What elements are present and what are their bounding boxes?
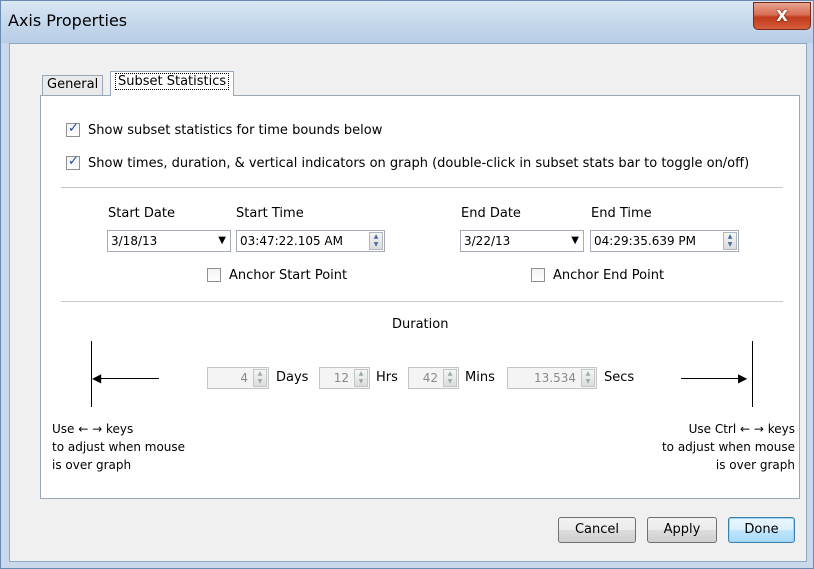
- apply-button-label: Apply: [663, 522, 701, 537]
- end-date-value: 3/22/13: [464, 234, 511, 248]
- window-title: Axis Properties: [8, 11, 128, 30]
- anchor-end-checkbox[interactable]: [531, 268, 545, 282]
- chevron-down-icon: ▼: [218, 235, 226, 246]
- start-date-value: 3/18/13: [111, 234, 158, 248]
- secs-field[interactable]: 13.534 ▲ ▼: [507, 367, 597, 389]
- left-hint-line2: to adjust when mouse: [52, 440, 186, 454]
- divider: [61, 301, 783, 302]
- tab-general-label: General: [47, 77, 99, 92]
- dialog-body: General Subset Statistics Show subset st…: [9, 43, 807, 562]
- title-bar: Axis Properties X: [1, 1, 813, 43]
- divider: [61, 187, 783, 188]
- days-value: 4: [240, 371, 248, 385]
- start-time-label: Start Time: [236, 206, 304, 221]
- end-time-field[interactable]: 04:29:35.639 PM ▲ ▼: [590, 230, 739, 252]
- subset-statistics-panel: Show subset statistics for time bounds b…: [40, 95, 800, 499]
- chevron-down-icon: ▼: [571, 235, 579, 246]
- mins-label: Mins: [465, 370, 495, 385]
- start-time-value: 03:47:22.105 AM: [240, 234, 343, 248]
- end-time-value: 04:29:35.639 PM: [594, 234, 697, 248]
- spinner-icon[interactable]: ▲ ▼: [443, 369, 457, 387]
- start-date-dropdown[interactable]: 3/18/13 ▼: [107, 230, 231, 252]
- start-indicator-arrow: [97, 378, 159, 379]
- anchor-end-label: Anchor End Point: [553, 268, 665, 283]
- hrs-field[interactable]: 12 ▲ ▼: [319, 367, 370, 389]
- cancel-button-label: Cancel: [574, 522, 620, 537]
- right-hint-line3: is over graph: [715, 458, 795, 472]
- axis-properties-window: Axis Properties X General Subset Statist…: [0, 0, 814, 569]
- spinner-icon[interactable]: ▲ ▼: [253, 369, 267, 387]
- arrow-right-icon: ▶: [738, 371, 748, 385]
- tab-subset-statistics-label: Subset Statistics: [115, 73, 230, 90]
- hrs-label: Hrs: [376, 370, 398, 385]
- spinner-icon[interactable]: ▲ ▼: [354, 369, 368, 387]
- end-indicator-line: [752, 341, 753, 407]
- hrs-value: 12: [333, 371, 349, 385]
- duration-title: Duration: [392, 317, 449, 332]
- arrow-left-icon: ◀: [92, 371, 102, 385]
- left-hint-line1: Use ← → keys: [52, 422, 134, 436]
- show-stats-label: Show subset statistics for time bounds b…: [88, 123, 383, 138]
- show-times-checkbox[interactable]: [66, 154, 80, 170]
- days-field[interactable]: 4 ▲ ▼: [207, 367, 269, 389]
- end-indicator-arrow: [681, 378, 743, 379]
- end-date-label: End Date: [461, 206, 521, 221]
- start-time-field[interactable]: 03:47:22.105 AM ▲ ▼: [236, 230, 385, 252]
- left-hint-line3: is over graph: [52, 458, 132, 472]
- right-hint-line1: Use Ctrl ← → keys: [688, 422, 795, 436]
- mins-value: 42: [422, 371, 438, 385]
- days-label: Days: [276, 370, 309, 385]
- mins-field[interactable]: 42 ▲ ▼: [408, 367, 459, 389]
- end-date-dropdown[interactable]: 3/22/13 ▼: [460, 230, 584, 252]
- apply-button[interactable]: Apply: [647, 517, 717, 543]
- tab-subset-statistics[interactable]: Subset Statistics: [110, 71, 235, 96]
- tab-general[interactable]: General: [42, 75, 104, 95]
- show-stats-checkbox[interactable]: [66, 121, 80, 137]
- show-times-label: Show times, duration, & vertical indicat…: [88, 156, 750, 171]
- start-date-label: Start Date: [108, 206, 175, 221]
- close-button[interactable]: X: [753, 2, 811, 30]
- anchor-start-checkbox[interactable]: [207, 268, 221, 282]
- close-icon: X: [776, 7, 788, 25]
- secs-label: Secs: [604, 370, 635, 385]
- spinner-icon[interactable]: ▲ ▼: [369, 232, 383, 250]
- cancel-button[interactable]: Cancel: [558, 517, 636, 543]
- anchor-start-label: Anchor Start Point: [229, 268, 348, 283]
- right-hint-line2: to adjust when mouse: [661, 440, 795, 454]
- done-button[interactable]: Done: [728, 517, 795, 543]
- spinner-icon[interactable]: ▲ ▼: [723, 232, 737, 250]
- done-button-label: Done: [744, 522, 779, 537]
- end-time-label: End Time: [591, 206, 652, 221]
- secs-value: 13.534: [534, 371, 576, 385]
- spinner-icon[interactable]: ▲ ▼: [581, 369, 595, 387]
